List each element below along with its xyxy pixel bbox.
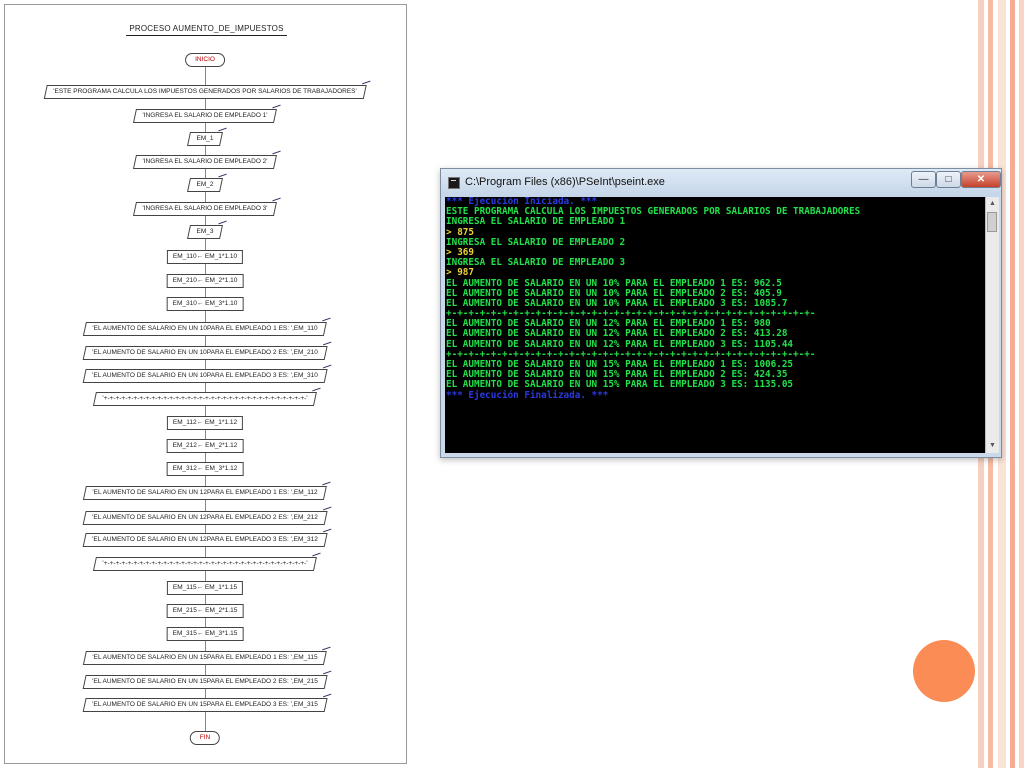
flow-io-parallelogram: EM_2 [187,178,223,192]
flow-node-text: 'EL AUMENTO DE SALARIO EN UN 10PARA EL E… [92,372,318,379]
flow-node-text: EM_2 [196,181,214,188]
flowchart-title: PROCESO AUMENTO_DE_IMPUESTOS [5,24,408,36]
flow-node-text: 'EL AUMENTO DE SALARIO EN UN 15PARA EL E… [92,701,318,708]
flow-node-text: 'EL AUMENTO DE SALARIO EN UN 12PARA EL E… [92,514,318,521]
minimize-button[interactable]: — [911,171,936,188]
flow-process-box: EM_212← EM_2*1.12 [166,439,244,453]
flow-node-text: 'EL AUMENTO DE SALARIO EN UN 12PARA EL E… [92,536,318,543]
flow-io-parallelogram: 'EL AUMENTO DE SALARIO EN UN 10PARA EL E… [82,322,328,336]
flow-node-text: INICIO [195,56,215,63]
flow-node-text: EM_210← EM_2*1.10 [172,277,238,284]
vertical-scrollbar[interactable]: ▲ ▼ [985,197,999,453]
window-titlebar[interactable]: C:\Program Files (x86)\PSeInt\pseint.exe… [441,169,1001,197]
scrollbar-thumb[interactable] [987,212,997,232]
flow-io-parallelogram: 'EL AUMENTO DE SALARIO EN UN 12PARA EL E… [82,486,328,500]
scroll-up-icon[interactable]: ▲ [986,197,999,211]
flow-io-parallelogram: 'EL AUMENTO DE SALARIO EN UN 12PARA EL E… [82,533,328,547]
flow-terminal: INICIO [185,53,225,67]
flow-node-text: 'EL AUMENTO DE SALARIO EN UN 10PARA EL E… [92,349,318,356]
console-output[interactable]: *** Ejecución Iniciada. *** ESTE PROGRAMA… [445,197,985,453]
flow-node-text: EM_310← EM_3*1.10 [172,300,238,307]
flow-node-text: 'EL AUMENTO DE SALARIO EN UN 12PARA EL E… [92,489,318,496]
flow-node-text: EM_110← EM_1*1.10 [172,253,238,260]
flow-node-text: EM_112← EM_1*1.12 [172,419,238,426]
flow-node-text: '+-+-+-+-+-+-+-+-+-+-+-+-+-+-+-+-+-+-+-+… [102,560,308,567]
maximize-button[interactable]: □ [936,171,961,188]
flow-node-text: FIN [199,734,211,741]
flow-process-box: EM_210← EM_2*1.10 [166,274,244,288]
flow-node-text: 'ESTE PROGRAMA CALCULA LOS IMPUESTOS GEN… [53,88,357,95]
flow-node-text: 'INGRESA EL SALARIO DE EMPLEADO 3' [142,205,268,212]
window-title: C:\Program Files (x86)\PSeInt\pseint.exe [465,176,665,188]
flow-io-parallelogram: 'ESTE PROGRAMA CALCULA LOS IMPUESTOS GEN… [43,85,367,99]
flow-node-text: EM_215← EM_2*1.15 [172,607,238,614]
flow-io-parallelogram: EM_1 [187,132,223,146]
flow-node-text: 'INGRESA EL SALARIO DE EMPLEADO 1' [142,112,268,119]
flow-node-text: EM_3 [196,228,214,235]
flow-node-text: 'EL AUMENTO DE SALARIO EN UN 15PARA EL E… [92,654,318,661]
flow-io-parallelogram: 'EL AUMENTO DE SALARIO EN UN 15PARA EL E… [82,698,328,712]
flow-io-parallelogram: '+-+-+-+-+-+-+-+-+-+-+-+-+-+-+-+-+-+-+-+… [92,392,318,406]
flow-io-parallelogram: EM_3 [187,225,223,239]
flow-io-parallelogram: 'INGRESA EL SALARIO DE EMPLEADO 2' [132,155,278,169]
flow-node-text: 'INGRESA EL SALARIO DE EMPLEADO 2' [142,158,268,165]
flow-process-box: EM_110← EM_1*1.10 [166,250,244,264]
flowchart-panel: PROCESO AUMENTO_DE_IMPUESTOS INICIO 'ESTE… [4,4,407,764]
flow-io-parallelogram: 'EL AUMENTO DE SALARIO EN UN 10PARA EL E… [82,369,328,383]
console-window: C:\Program Files (x86)\PSeInt\pseint.exe… [440,168,1002,458]
flow-node-text: 'EL AUMENTO DE SALARIO EN UN 10PARA EL E… [92,325,318,332]
flow-process-box: EM_310← EM_3*1.10 [166,297,244,311]
orange-circle-decoration [913,640,975,702]
console-line: *** Ejecución Finalizada. *** [446,389,609,401]
flow-node-text: EM_1 [196,135,214,142]
flow-io-parallelogram: '+-+-+-+-+-+-+-+-+-+-+-+-+-+-+-+-+-+-+-+… [92,557,318,571]
flow-process-box: EM_215← EM_2*1.15 [166,604,244,618]
flow-node-text: EM_115← EM_1*1.15 [172,584,238,591]
flow-io-parallelogram: 'EL AUMENTO DE SALARIO EN UN 15PARA EL E… [82,675,328,689]
console-line: > 987 [446,267,474,279]
console-app-icon [448,177,460,189]
flow-io-parallelogram: 'EL AUMENTO DE SALARIO EN UN 12PARA EL E… [82,511,328,525]
console-line: INGRESA EL SALARIO DE EMPLEADO 1 [446,216,626,228]
flow-io-parallelogram: 'INGRESA EL SALARIO DE EMPLEADO 3' [132,202,278,216]
flow-io-parallelogram: 'EL AUMENTO DE SALARIO EN UN 15PARA EL E… [82,651,328,665]
flow-process-box: EM_112← EM_1*1.12 [166,416,244,430]
flow-process-box: EM_315← EM_3*1.15 [166,627,244,641]
flow-io-parallelogram: 'INGRESA EL SALARIO DE EMPLEADO 1' [132,109,278,123]
flow-terminal: FIN [189,731,221,745]
close-button[interactable]: ✕ [961,171,1001,188]
flow-node-text: '+-+-+-+-+-+-+-+-+-+-+-+-+-+-+-+-+-+-+-+… [102,395,308,402]
flow-process-box: EM_312← EM_3*1.12 [166,462,244,476]
console-line: INGRESA EL SALARIO DE EMPLEADO 2 [446,236,626,248]
flow-node-text: 'EL AUMENTO DE SALARIO EN UN 15PARA EL E… [92,678,318,685]
console-line: INGRESA EL SALARIO DE EMPLEADO 3 [446,257,626,269]
flow-node-text: EM_212← EM_2*1.12 [172,442,238,449]
flow-process-box: EM_115← EM_1*1.15 [166,581,244,595]
flow-node-text: EM_315← EM_3*1.15 [172,630,238,637]
flow-io-parallelogram: 'EL AUMENTO DE SALARIO EN UN 10PARA EL E… [82,346,328,360]
scroll-down-icon[interactable]: ▼ [986,439,999,453]
flow-node-text: EM_312← EM_3*1.12 [172,465,238,472]
